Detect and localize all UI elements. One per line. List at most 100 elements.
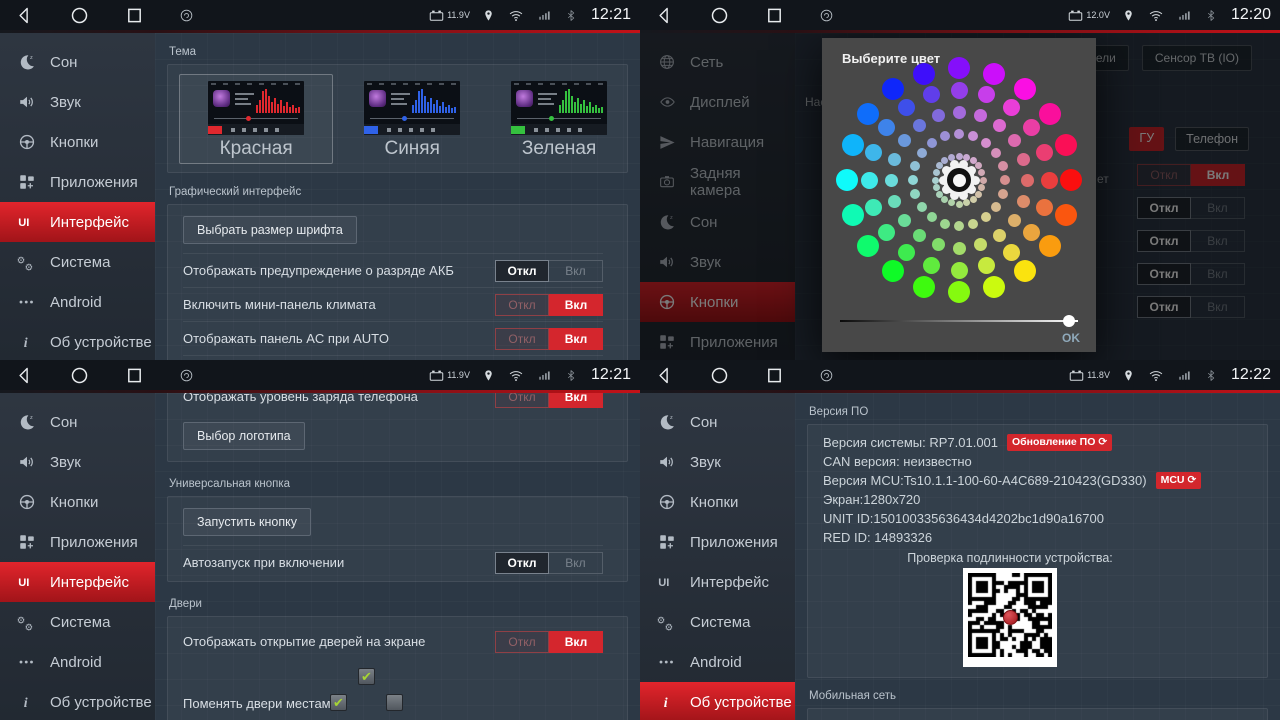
- color-dot[interactable]: [1021, 174, 1034, 187]
- color-dot[interactable]: [983, 63, 1005, 85]
- sidebar-item-info[interactable]: iОб устройстве: [0, 682, 155, 720]
- recents-button[interactable]: [124, 365, 145, 386]
- door-checkbox-front[interactable]: ✔: [358, 668, 375, 685]
- toggle-on-button[interactable]: Вкл: [549, 631, 603, 653]
- color-dot[interactable]: [1014, 78, 1036, 100]
- mcu-update-button[interactable]: MCU⟳: [1156, 472, 1202, 489]
- color-dot[interactable]: [913, 119, 926, 132]
- sidebar-item-gears[interactable]: ⚙⚙Система: [640, 602, 795, 642]
- color-dot[interactable]: [908, 175, 918, 185]
- recents-button[interactable]: [764, 365, 785, 386]
- color-dot[interactable]: [970, 157, 977, 164]
- color-dot[interactable]: [836, 169, 858, 191]
- color-dot[interactable]: [913, 276, 935, 298]
- color-dot[interactable]: [975, 191, 982, 198]
- toggle-off-button[interactable]: Откл: [495, 260, 549, 282]
- sidebar-item-ui[interactable]: UIИнтерфейс: [0, 562, 155, 602]
- color-dot[interactable]: [951, 262, 968, 279]
- color-dot[interactable]: [978, 86, 995, 103]
- sidebar-item-moon[interactable]: zСон: [0, 402, 155, 442]
- toggle-off-button[interactable]: Откл: [495, 328, 549, 350]
- sidebar-item-apps[interactable]: Приложения: [0, 522, 155, 562]
- color-dot[interactable]: [993, 119, 1006, 132]
- color-dot[interactable]: [954, 129, 964, 139]
- color-dot[interactable]: [1023, 224, 1040, 241]
- toggle-off-button[interactable]: Откл: [495, 294, 549, 316]
- color-dot[interactable]: [898, 244, 915, 261]
- color-dot[interactable]: [933, 169, 940, 176]
- app-icon[interactable]: [179, 8, 194, 23]
- color-dot[interactable]: [968, 131, 978, 141]
- toggle-on-button[interactable]: Вкл: [549, 552, 603, 574]
- color-dot[interactable]: [981, 138, 991, 148]
- color-dot[interactable]: [898, 99, 915, 116]
- color-dot[interactable]: [865, 144, 882, 161]
- sidebar-item-steering[interactable]: Кнопки: [0, 122, 155, 162]
- theme-card-selected[interactable]: Красная: [179, 74, 333, 164]
- theme-card-option[interactable]: Зеленая: [491, 74, 627, 164]
- color-dot[interactable]: [991, 202, 1001, 212]
- toggle-off-button[interactable]: Откл: [495, 631, 549, 653]
- toggle-on-button[interactable]: Вкл: [549, 328, 603, 350]
- home-button[interactable]: [709, 5, 730, 26]
- color-dot[interactable]: [1036, 199, 1053, 216]
- sidebar-item-apps[interactable]: Приложения: [0, 162, 155, 202]
- sidebar-item-gears[interactable]: ⚙⚙Система: [0, 242, 155, 282]
- color-dot[interactable]: [857, 235, 879, 257]
- color-dot[interactable]: [1060, 169, 1082, 191]
- home-button[interactable]: [69, 5, 90, 26]
- color-dot[interactable]: [913, 229, 926, 242]
- back-button[interactable]: [654, 5, 675, 26]
- color-dot[interactable]: [940, 131, 950, 141]
- sidebar-item-speaker[interactable]: Звук: [640, 442, 795, 482]
- sidebar-item-info[interactable]: iОб устройстве: [0, 322, 155, 360]
- color-dot[interactable]: [927, 138, 937, 148]
- color-dot[interactable]: [1014, 260, 1036, 282]
- home-button[interactable]: [709, 365, 730, 386]
- color-dot[interactable]: [932, 177, 939, 184]
- color-dot[interactable]: [878, 119, 895, 136]
- color-dot[interactable]: [898, 214, 911, 227]
- sidebar-item-ui[interactable]: UIИнтерфейс: [0, 202, 155, 242]
- door-checkbox-left[interactable]: ✔: [330, 694, 347, 711]
- color-dot[interactable]: [956, 153, 963, 160]
- color-dot[interactable]: [978, 257, 995, 274]
- color-dot[interactable]: [932, 109, 945, 122]
- brightness-slider[interactable]: [840, 315, 1078, 327]
- color-dot[interactable]: [888, 153, 901, 166]
- toggle-on-button[interactable]: Вкл: [549, 260, 603, 282]
- color-dot[interactable]: [842, 204, 864, 226]
- color-dot[interactable]: [993, 229, 1006, 242]
- color-dot[interactable]: [1008, 214, 1021, 227]
- color-dot[interactable]: [978, 184, 985, 191]
- color-dot[interactable]: [910, 189, 920, 199]
- color-dot[interactable]: [888, 195, 901, 208]
- color-dot[interactable]: [983, 276, 1005, 298]
- recents-button[interactable]: [124, 5, 145, 26]
- color-dot[interactable]: [1039, 235, 1061, 257]
- toggle-off-button[interactable]: Откл: [495, 552, 549, 574]
- color-dot[interactable]: [948, 57, 970, 79]
- color-dot[interactable]: [1041, 172, 1058, 189]
- back-button[interactable]: [654, 365, 675, 386]
- color-dot[interactable]: [917, 148, 927, 158]
- color-dot[interactable]: [954, 221, 964, 231]
- color-dot[interactable]: [842, 134, 864, 156]
- color-dot[interactable]: [932, 238, 945, 251]
- color-dot[interactable]: [968, 219, 978, 229]
- color-dot[interactable]: [1023, 119, 1040, 136]
- color-dot[interactable]: [1036, 144, 1053, 161]
- back-button[interactable]: [14, 365, 35, 386]
- sidebar-item-moon[interactable]: zСон: [0, 42, 155, 82]
- back-button[interactable]: [14, 5, 35, 26]
- color-dot[interactable]: [1055, 204, 1077, 226]
- color-dot[interactable]: [1039, 103, 1061, 125]
- color-dot[interactable]: [898, 134, 911, 147]
- color-dot[interactable]: [963, 199, 970, 206]
- home-button[interactable]: [69, 365, 90, 386]
- color-dot[interactable]: [917, 202, 927, 212]
- sidebar-item-moon[interactable]: zСон: [640, 402, 795, 442]
- color-dot[interactable]: [933, 184, 940, 191]
- sidebar-item-speaker[interactable]: Звук: [0, 442, 155, 482]
- toggle-on-button[interactable]: Вкл: [549, 393, 603, 408]
